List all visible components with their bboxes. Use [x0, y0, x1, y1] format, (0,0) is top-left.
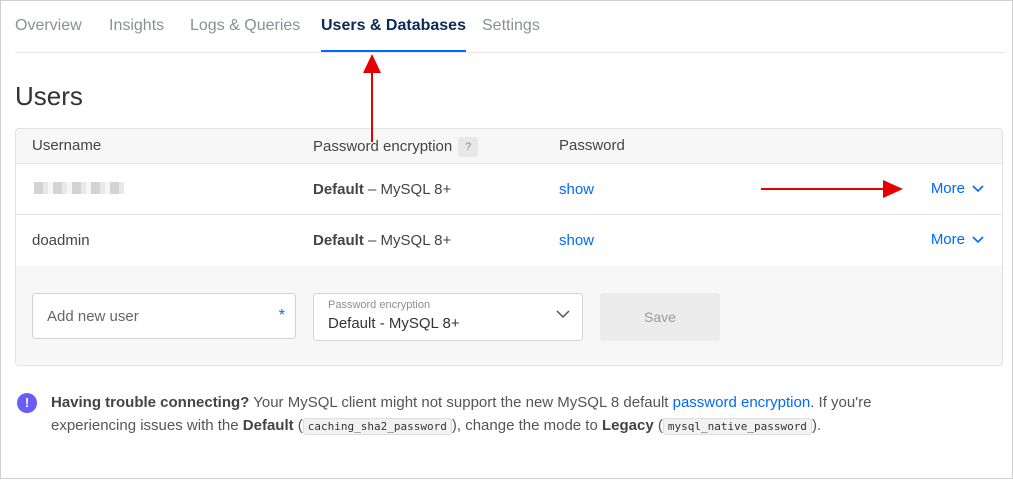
column-header-encryption-label: Password encryption: [313, 137, 453, 155]
new-username-input[interactable]: Add new user *: [32, 293, 296, 339]
notice-text-part: (: [293, 417, 303, 434]
redacted-username: [34, 182, 124, 194]
select-label: Password encryption: [328, 299, 431, 311]
notice-text-part: ).: [811, 417, 822, 434]
notice-legacy-label: Legacy: [601, 417, 654, 434]
encryption-mode: Default: [313, 181, 364, 198]
table-row: doadmin Default – MySQL 8+ show More: [16, 214, 1002, 266]
notice-text-part: Your MySQL client might not support the …: [249, 394, 673, 411]
required-marker: *: [278, 307, 285, 324]
notice-default-label: Default: [242, 417, 294, 434]
legacy-code: mysql_native_password: [662, 418, 812, 435]
show-password-link[interactable]: show: [559, 232, 594, 249]
show-password-link[interactable]: show: [559, 181, 594, 198]
more-button[interactable]: More: [931, 180, 984, 197]
chevron-down-icon: [972, 185, 984, 193]
save-button[interactable]: Save: [600, 293, 720, 341]
select-value: Default - MySQL 8+: [328, 315, 460, 332]
chevron-down-icon: [972, 236, 984, 244]
column-header-username: Username: [32, 137, 102, 154]
encryption-cell: Default – MySQL 8+: [313, 232, 451, 249]
notice-text-part: ), change the mode to: [451, 417, 602, 434]
encryption-mode: Default: [313, 232, 364, 249]
notice-text: Having trouble connecting? Your MySQL cl…: [51, 391, 931, 438]
tab-insights[interactable]: Insights: [109, 17, 164, 35]
notice-title: Having trouble connecting?: [51, 394, 250, 411]
tab-settings[interactable]: Settings: [482, 17, 540, 35]
chevron-down-icon: [556, 310, 570, 319]
arrow-head-icon: [363, 54, 381, 73]
more-label: More: [930, 231, 965, 248]
tab-overview[interactable]: Overview: [15, 17, 82, 35]
encryption-detail: – MySQL 8+: [363, 181, 452, 198]
column-header-password-encryption: Password encryption?: [313, 137, 479, 157]
more-label: More: [930, 180, 965, 197]
notice-text-part: (: [653, 417, 663, 434]
tab-users-databases[interactable]: Users & Databases: [321, 17, 466, 52]
more-button[interactable]: More: [931, 231, 984, 248]
tab-logs-queries[interactable]: Logs & Queries: [190, 17, 300, 35]
password-encryption-link[interactable]: password encryption: [673, 394, 811, 411]
users-table: Username Password encryption? Password D…: [15, 128, 1003, 366]
tab-bar: Overview Insights Logs & Queries Users &…: [15, 1, 1004, 53]
table-row: Default – MySQL 8+ show More: [16, 163, 1002, 215]
page-title: Users: [15, 81, 83, 111]
new-username-placeholder: Add new user: [47, 308, 139, 325]
column-header-password: Password: [559, 137, 625, 154]
username-cell: doadmin: [32, 232, 90, 249]
help-icon[interactable]: ?: [458, 137, 479, 157]
password-encryption-select[interactable]: Password encryption Default - MySQL 8+: [313, 293, 583, 341]
encryption-cell: Default – MySQL 8+: [313, 181, 451, 198]
encryption-detail: – MySQL 8+: [363, 232, 452, 249]
default-code: caching_sha2_password: [302, 418, 452, 435]
info-icon: !: [17, 393, 37, 413]
